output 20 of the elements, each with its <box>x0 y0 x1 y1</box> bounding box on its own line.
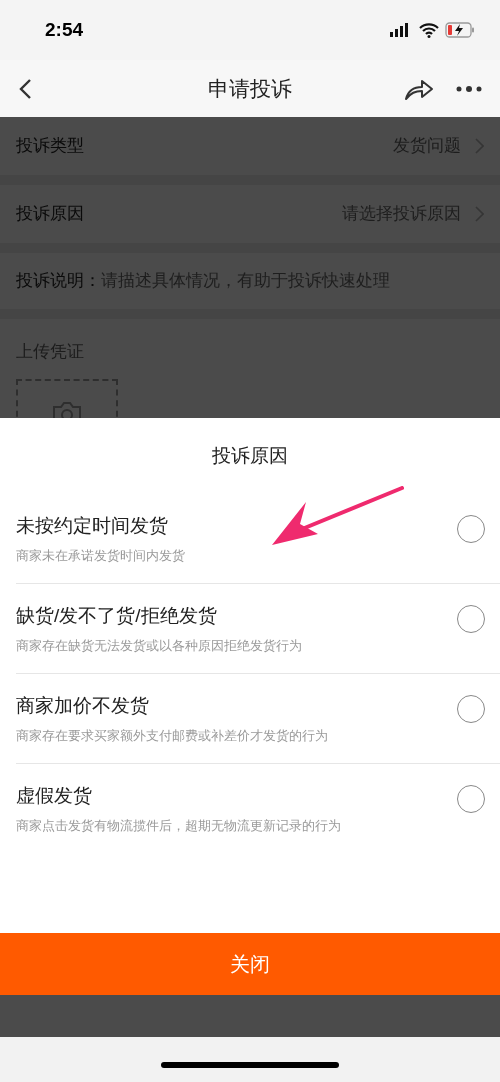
option-title: 虚假发货 <box>16 784 93 808</box>
status-time: 2:54 <box>45 17 84 42</box>
sheet-title: 投诉原因 <box>211 443 289 468</box>
battery-charging-icon <box>445 22 475 38</box>
field-label: 投诉类型 <box>16 135 84 158</box>
camera-icon <box>52 400 82 418</box>
option-title: 未按约定时间发货 <box>16 513 169 538</box>
page-title: 申请投诉 <box>208 75 292 102</box>
wifi-icon <box>419 22 439 38</box>
more-icon[interactable] <box>456 84 482 93</box>
field-label: 投诉说明： <box>16 270 101 293</box>
option-description: 商家未在承诺发货时间内发货 <box>16 547 186 564</box>
option-description: 商家存在要求买家额外支付邮费或补差价才发货的行为 <box>16 727 329 744</box>
option-description: 商家点击发货有物流揽件后，超期无物流更新记录的行为 <box>16 818 342 834</box>
close-button[interactable]: 关闭 <box>0 933 500 995</box>
option-description: 商家存在缺货无法发货或以各种原因拒绝发货行为 <box>16 637 303 654</box>
option-title: 缺货/发不了货/拒绝发货 <box>16 603 218 628</box>
back-icon[interactable] <box>18 77 32 100</box>
option-title: 商家加价不发货 <box>16 693 150 718</box>
field-label: 投诉原因 <box>16 203 84 226</box>
